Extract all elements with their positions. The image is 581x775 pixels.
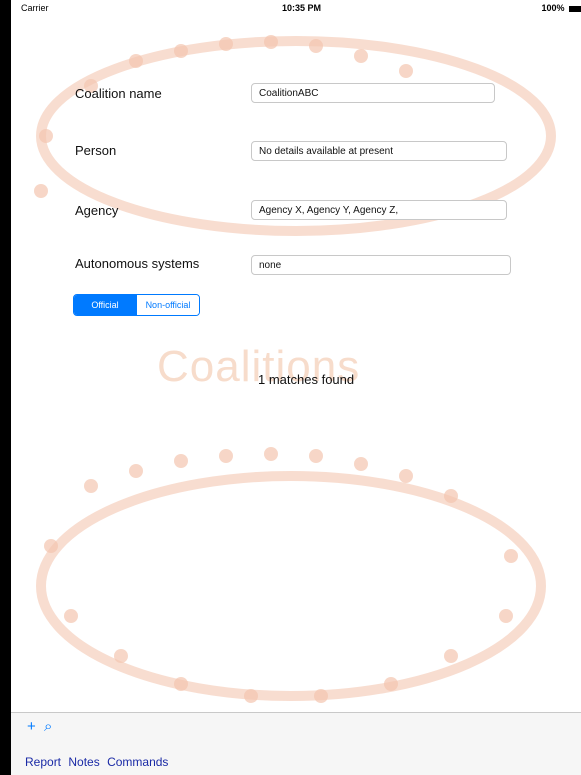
- segment-official[interactable]: Official: [74, 295, 136, 315]
- battery-percent: 100%: [541, 3, 565, 13]
- matches-count: 1 matches found: [258, 372, 355, 387]
- carrier-label: Carrier: [21, 3, 49, 13]
- ipad-screen: Carrier 10:35 PM 100% Coalitions Coaliti…: [0, 0, 581, 775]
- search-icon[interactable]: ⌕: [44, 718, 52, 735]
- background-watermark: Coalitions: [11, 16, 581, 711]
- autonomous-systems-label: Autonomous systems: [75, 256, 200, 271]
- battery-icon: [569, 5, 581, 12]
- person-field[interactable]: No details available at present: [251, 141, 507, 161]
- notes-link[interactable]: Notes: [68, 755, 99, 769]
- agency-label: Agency: [75, 203, 119, 218]
- autonomous-systems-field[interactable]: none: [251, 255, 511, 275]
- official-segmented-control[interactable]: Official Non-official: [73, 294, 200, 316]
- coalition-name-label: Coalition name: [75, 86, 162, 101]
- coalition-name-field[interactable]: CoalitionABC: [251, 83, 495, 103]
- people-ring-illustration: [34, 35, 556, 703]
- toolbar-links: Report Notes Commands: [25, 755, 172, 769]
- battery-indicator: 100%: [541, 3, 581, 13]
- commands-link[interactable]: Commands: [107, 755, 168, 769]
- bottom-toolbar: + ⌕ Report Notes Commands: [11, 712, 581, 775]
- agency-field[interactable]: Agency X, Agency Y, Agency Z,: [251, 200, 507, 220]
- plus-icon[interactable]: +: [27, 718, 36, 735]
- screen-edge: [0, 0, 11, 775]
- status-bar: Carrier 10:35 PM 100%: [11, 0, 581, 16]
- segment-non-official[interactable]: Non-official: [136, 295, 199, 315]
- report-link[interactable]: Report: [25, 755, 61, 769]
- person-label: Person: [75, 143, 117, 158]
- clock: 10:35 PM: [282, 3, 322, 13]
- toolbar-icons: + ⌕: [27, 718, 56, 735]
